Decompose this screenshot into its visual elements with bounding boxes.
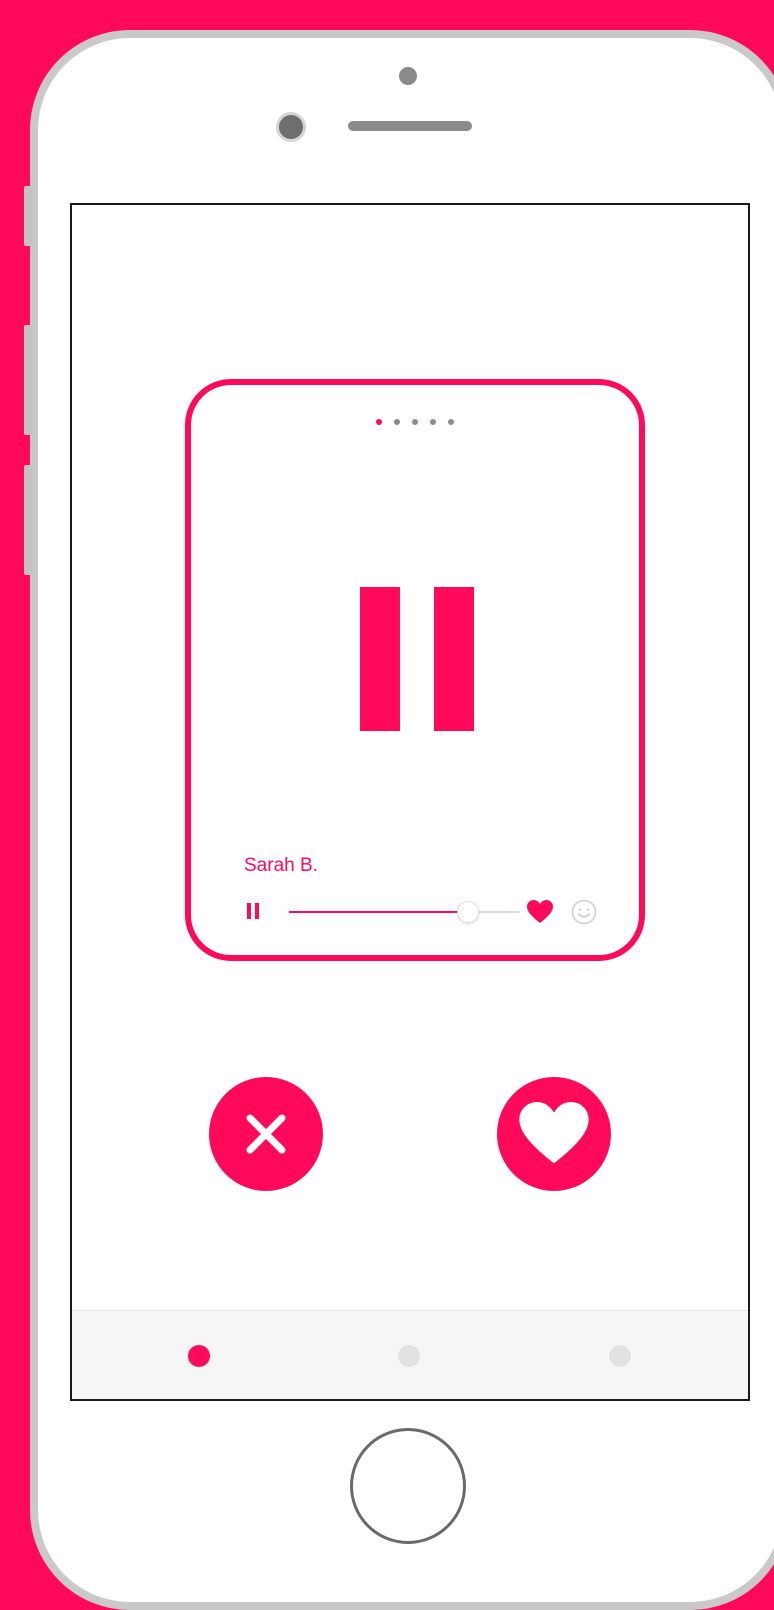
tab-discover[interactable]: [188, 1345, 210, 1367]
heart-icon: [519, 1102, 589, 1164]
progress-slider[interactable]: [289, 901, 519, 923]
pager-dot[interactable]: [394, 419, 400, 425]
close-icon: [246, 1114, 286, 1154]
volume-up-button: [24, 325, 32, 435]
pause-icon[interactable]: [360, 587, 474, 731]
bottom-tab-bar: [72, 1310, 748, 1399]
audio-player: [241, 897, 601, 927]
pager-dot[interactable]: [376, 419, 382, 425]
dislike-button[interactable]: [209, 1077, 323, 1191]
front-camera: [276, 112, 306, 142]
pager-dot[interactable]: [412, 419, 418, 425]
pager-dot[interactable]: [430, 419, 436, 425]
pause-icon[interactable]: [247, 903, 259, 919]
photo-pager: [191, 419, 639, 425]
home-button[interactable]: [350, 1428, 466, 1544]
phone-screen: Sarah B.: [70, 203, 750, 1401]
proximity-sensor: [399, 67, 417, 85]
smiley-icon[interactable]: [571, 899, 597, 925]
mute-switch: [24, 186, 32, 246]
heart-icon[interactable]: [527, 900, 553, 924]
volume-down-button: [24, 465, 32, 575]
tab-right[interactable]: [609, 1345, 631, 1367]
tab-middle[interactable]: [398, 1345, 420, 1367]
earpiece-speaker: [348, 121, 472, 131]
pager-dot[interactable]: [448, 419, 454, 425]
slider-handle[interactable]: [457, 901, 480, 923]
profile-name: Sarah B.: [244, 855, 318, 876]
like-button[interactable]: [497, 1077, 611, 1191]
profile-card[interactable]: Sarah B.: [185, 379, 645, 961]
